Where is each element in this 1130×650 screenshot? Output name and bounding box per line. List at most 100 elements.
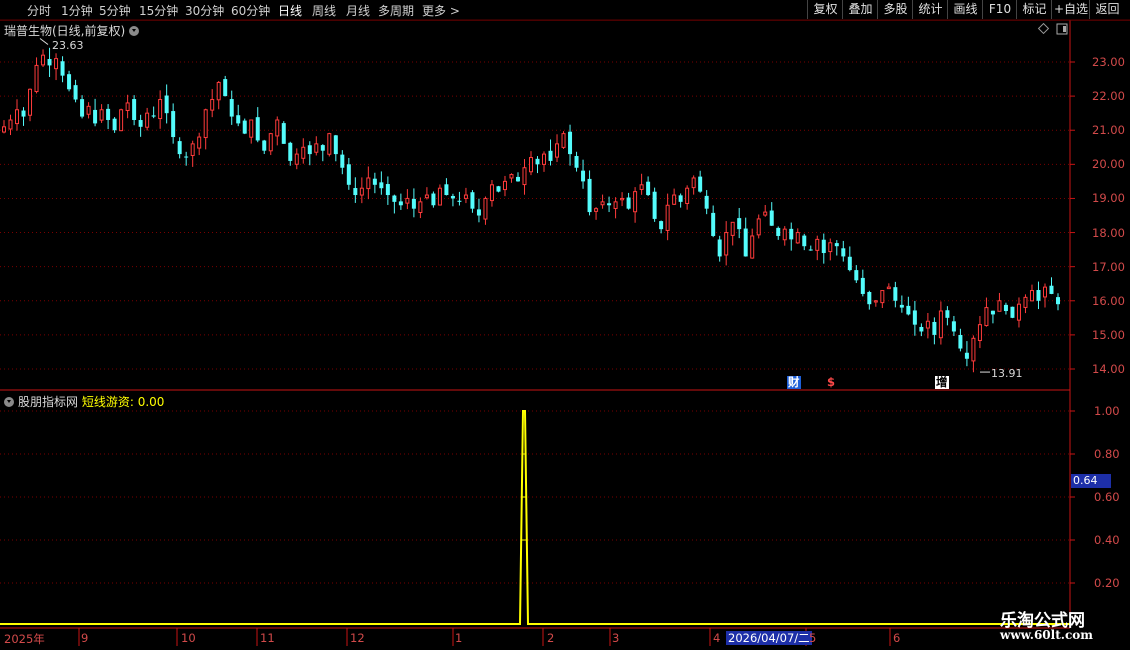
- candle-body: [268, 133, 273, 152]
- candle-body: [372, 178, 377, 185]
- candle-body: [223, 79, 228, 97]
- candle-body: [613, 201, 618, 209]
- candle-body: [795, 232, 800, 244]
- candle-body: [711, 212, 716, 236]
- candle-body: [333, 135, 338, 155]
- candle-body: [535, 158, 540, 165]
- candle-body: [964, 352, 969, 359]
- chart-canvas[interactable]: [0, 0, 1130, 650]
- candle-body: [945, 310, 950, 318]
- candle-body: [594, 208, 599, 212]
- candle-body: [8, 119, 13, 130]
- stock-title: 瑞普生物(日线,前复权): [4, 24, 126, 38]
- time-axis-label: 12: [350, 631, 365, 645]
- event-marker-0: 财: [787, 375, 801, 389]
- candle-body: [847, 256, 852, 271]
- candle-body: [542, 153, 547, 165]
- candle-body: [659, 221, 664, 230]
- price-tick-label: 22.00: [1092, 89, 1125, 104]
- chevron-down-icon[interactable]: [129, 26, 140, 36]
- candle-body: [1023, 296, 1028, 308]
- cursor-date-tag: 2026/04/07/二: [726, 631, 812, 645]
- candle-body: [47, 59, 52, 66]
- candle-body: [99, 109, 104, 121]
- event-marker-1: $: [826, 375, 837, 389]
- candle-body: [385, 184, 390, 196]
- candle-body: [860, 277, 865, 294]
- price-tick-label: 21.00: [1092, 123, 1125, 138]
- candle-body: [190, 143, 195, 156]
- candle-body: [1016, 303, 1021, 321]
- candle-body: [841, 248, 846, 257]
- candle-body: [587, 178, 592, 213]
- candle-body: [177, 141, 182, 155]
- candle-body: [984, 307, 989, 327]
- candle-body: [568, 131, 573, 155]
- candle-body: [314, 143, 319, 153]
- candle-body: [769, 210, 774, 226]
- candle-body: [698, 176, 703, 192]
- candle-body: [880, 290, 885, 304]
- candle-body: [561, 133, 566, 148]
- candle-body: [437, 187, 442, 206]
- candle-body: [600, 201, 605, 206]
- candle-body: [685, 187, 690, 204]
- candle-body: [405, 197, 410, 204]
- candle-body: [665, 204, 670, 231]
- candle-body: [932, 321, 937, 335]
- candle-body: [431, 193, 436, 206]
- sub-chart-title: 股朋指标网 短线游资: 0.00: [4, 393, 164, 410]
- candle-body: [93, 109, 98, 124]
- candle-body: [301, 146, 306, 159]
- indicator-line: [0, 410, 1070, 625]
- candle-body: [1010, 306, 1015, 318]
- candle-body: [41, 54, 46, 66]
- candle-body: [646, 181, 651, 196]
- indicator-tick-label: 0.20: [1094, 576, 1120, 590]
- candle-body: [802, 235, 807, 247]
- time-axis-label: 4: [713, 631, 721, 645]
- price-tick-label: 14.00: [1092, 362, 1125, 376]
- price-tick-label: 20.00: [1092, 157, 1125, 172]
- candle-body: [529, 157, 533, 173]
- candle-body: [262, 140, 267, 151]
- candle-body: [60, 61, 65, 76]
- candle-body: [132, 99, 137, 120]
- candle-body: [489, 184, 494, 202]
- price-tick-label: 15.00: [1092, 327, 1125, 342]
- candle-body: [450, 195, 455, 199]
- candle-body: [763, 211, 768, 216]
- candle-body: [906, 305, 911, 315]
- candle-body: [652, 191, 657, 219]
- candle-body: [515, 176, 520, 182]
- candle-body: [522, 167, 527, 186]
- chevron-down-icon[interactable]: [4, 397, 14, 407]
- candle-body: [307, 145, 312, 155]
- indicator-tick-label: 0.80: [1094, 447, 1120, 461]
- candle-body: [151, 115, 156, 117]
- candle-body: [229, 99, 234, 117]
- candle-body: [743, 228, 748, 257]
- time-axis-label: 11: [260, 631, 275, 645]
- candle-body: [1036, 290, 1041, 301]
- candle-body: [249, 119, 254, 138]
- price-tick-label: 23.00: [1092, 55, 1125, 69]
- candle-body: [639, 184, 644, 190]
- candle-body: [581, 170, 586, 182]
- candle-body: [1049, 285, 1054, 294]
- candle-body: [1042, 286, 1047, 298]
- indicator-name: 股朋指标网: [18, 395, 79, 409]
- time-axis-label: 5: [809, 631, 817, 645]
- indicator-series-label: 短线游资: 0.00: [81, 395, 165, 409]
- candle-body: [620, 197, 625, 201]
- candle-body: [886, 286, 891, 290]
- candle-body: [867, 292, 872, 305]
- candle-body: [80, 99, 85, 117]
- candle-body: [34, 64, 39, 93]
- candle-body: [138, 120, 143, 127]
- candle-body: [340, 154, 345, 168]
- maximize-icon-bar: [1063, 26, 1066, 32]
- candle-body: [574, 156, 579, 168]
- time-axis-label: 10: [181, 631, 196, 645]
- candle-body: [828, 242, 833, 253]
